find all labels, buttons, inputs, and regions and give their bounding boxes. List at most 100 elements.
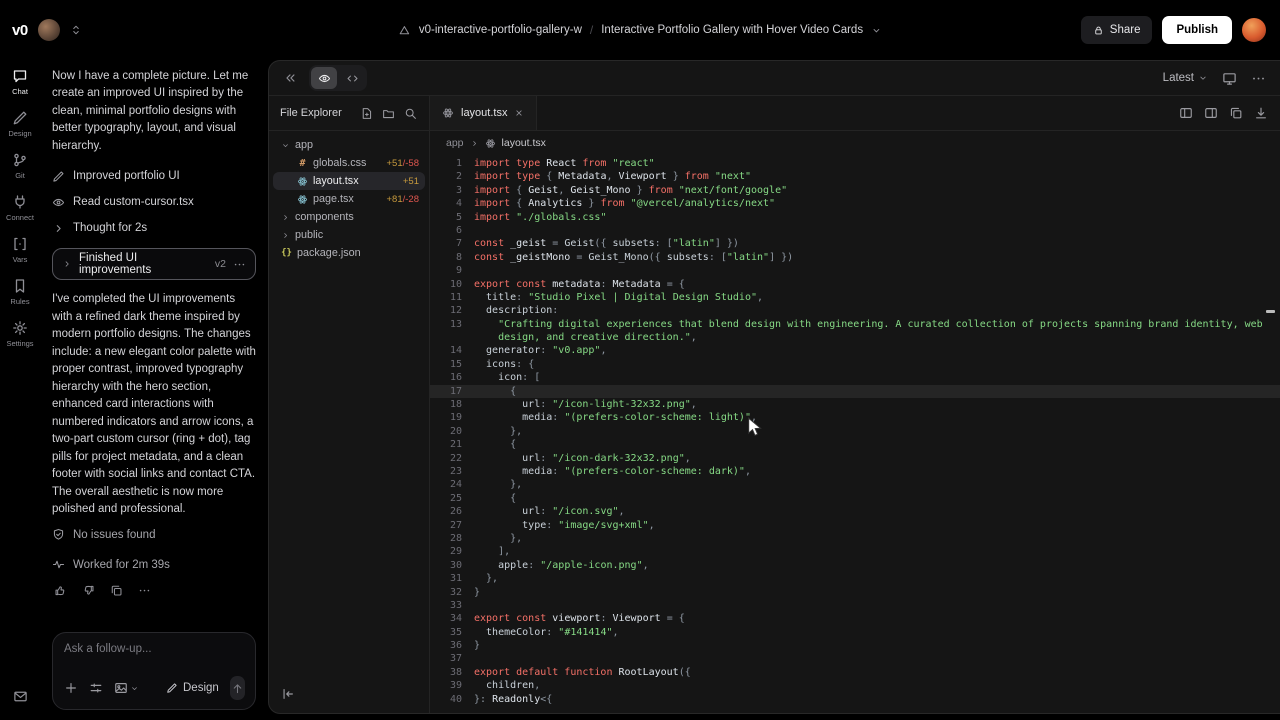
attach-button[interactable] — [64, 681, 78, 695]
chat-step[interactable]: Read custom-cursor.tsx — [52, 189, 256, 215]
rail-item-chat[interactable]: Chat — [0, 68, 40, 96]
task-card[interactable]: Finished UI improvements v2 — [52, 248, 256, 280]
rail-item-connect[interactable]: Connect — [0, 194, 40, 222]
code-view-button[interactable] — [339, 67, 365, 89]
folder-public[interactable]: public — [273, 226, 425, 244]
rail-item-git[interactable]: Git — [0, 152, 40, 180]
eye-icon — [318, 72, 331, 85]
breadcrumb-folder[interactable]: app — [446, 137, 464, 149]
line-number: 24 — [430, 478, 462, 491]
line-number: 18 — [430, 398, 462, 411]
copy-file-button[interactable] — [1229, 106, 1243, 120]
line-number: 34 — [430, 612, 462, 625]
file-page.tsx[interactable]: page.tsx+81/-28 — [273, 190, 425, 208]
composer-toolbar: Design — [64, 676, 245, 700]
diff-stats: +81/-28 — [387, 194, 420, 205]
line-number: 21 — [430, 438, 462, 451]
code-icon — [346, 72, 359, 85]
search-files-button[interactable] — [404, 107, 417, 120]
send-button[interactable] — [230, 676, 245, 700]
rail-item-vars[interactable]: Vars — [0, 236, 40, 264]
rail-item-rules[interactable]: Rules — [0, 278, 40, 306]
v0-logo[interactable]: v0 — [12, 22, 28, 39]
file-package.json[interactable]: {}package.json — [273, 244, 425, 262]
ask-followup-input[interactable]: Ask a follow-up... — [64, 643, 245, 655]
chevron-down-icon[interactable] — [871, 25, 882, 36]
rail-item-design[interactable]: Design — [0, 110, 40, 138]
preview-eye-button[interactable] — [311, 67, 337, 89]
user-avatar[interactable] — [1242, 18, 1266, 42]
collapse-chat-button[interactable] — [283, 71, 297, 85]
preview-menu-button[interactable] — [1251, 71, 1266, 86]
git-icon — [12, 152, 28, 168]
folder-components[interactable]: components — [273, 208, 425, 226]
scrollbar-mark[interactable] — [1266, 310, 1275, 313]
code-line: 24 }, — [430, 478, 1280, 491]
thumbs-up-button[interactable] — [54, 584, 67, 597]
chevron-right-icon — [281, 231, 290, 240]
rail-item-label: Git — [15, 171, 25, 180]
line-number: 29 — [430, 545, 462, 558]
mail-icon[interactable] — [13, 689, 28, 704]
design-label: Design — [183, 682, 219, 694]
preview-toolbar: Latest — [269, 61, 1280, 95]
line-number: 10 — [430, 278, 462, 291]
file-globals.css[interactable]: #globals.css+51/-58 — [273, 154, 425, 172]
line-number: 36 — [430, 639, 462, 652]
image-mode-button[interactable] — [114, 681, 139, 695]
status-worked[interactable]: Worked for 2m 39s — [52, 551, 256, 578]
code-line: 12 description: — [430, 304, 1280, 317]
code-line: 16 icon: [ — [430, 371, 1280, 384]
code-line: 18 url: "/icon-light-32x32.png", — [430, 398, 1280, 411]
folder-app[interactable]: app — [273, 136, 425, 154]
message-actions — [54, 584, 256, 597]
panel-layout-button[interactable] — [1204, 106, 1218, 120]
file-label: globals.css — [313, 157, 366, 169]
share-button[interactable]: Share — [1081, 16, 1153, 44]
split-editor-button[interactable] — [1179, 106, 1193, 120]
design-mode-button[interactable]: Design — [166, 682, 219, 694]
chevron-right-icon — [470, 139, 479, 148]
file-layout.tsx[interactable]: layout.tsx+51 — [273, 172, 425, 190]
code-line: 1import type React from "react" — [430, 157, 1280, 170]
code-lines: 1import type React from "react"2import t… — [430, 157, 1280, 706]
rail-item-settings[interactable]: Settings — [0, 320, 40, 348]
code-line: 20 }, — [430, 425, 1280, 438]
line-number: 32 — [430, 586, 462, 599]
code-line: 7const _geist = Geist({ subsets: ["latin… — [430, 237, 1280, 250]
new-folder-button[interactable] — [382, 107, 395, 120]
tab-layout-tsx[interactable]: layout.tsx — [430, 96, 537, 130]
tab-label: layout.tsx — [461, 107, 507, 119]
line-number: 1 — [430, 157, 462, 170]
chat-step[interactable]: Improved portfolio UI — [52, 163, 256, 189]
publish-button[interactable]: Publish — [1162, 16, 1232, 44]
line-number: 2 — [430, 170, 462, 183]
chevron-updown-icon[interactable] — [70, 24, 82, 36]
version-selector[interactable]: Latest — [1163, 72, 1208, 84]
line-number: 16 — [430, 371, 462, 384]
worked-label: Worked for 2m 39s — [73, 559, 170, 571]
project-name[interactable]: v0-interactive-portfolio-gallery-w — [419, 24, 582, 36]
download-button[interactable] — [1254, 106, 1268, 120]
status-no-issues[interactable]: No issues found — [52, 521, 256, 548]
line-number: 30 — [430, 559, 462, 572]
copy-message-button[interactable] — [110, 584, 123, 597]
device-preview-button[interactable] — [1222, 71, 1237, 86]
chat-step[interactable]: Thought for 2s — [52, 215, 256, 241]
chat-title[interactable]: Interactive Portfolio Gallery with Hover… — [601, 24, 863, 36]
chat-composer[interactable]: Ask a follow-up... Design — [52, 632, 256, 710]
code-line: 36} — [430, 639, 1280, 652]
workspace-avatar[interactable] — [38, 19, 60, 41]
collapse-explorer-button[interactable] — [281, 687, 295, 701]
diff-stats: +51/-58 — [387, 158, 420, 169]
thumbs-down-button[interactable] — [82, 584, 95, 597]
close-tab-button[interactable] — [514, 108, 524, 118]
code-area[interactable]: 1import type React from "react"2import t… — [430, 155, 1280, 713]
breadcrumb-file[interactable]: layout.tsx — [502, 137, 546, 149]
new-file-button[interactable] — [360, 107, 373, 120]
editor-breadcrumb: app layout.tsx — [430, 131, 1280, 155]
task-card-menu-button[interactable] — [233, 258, 246, 271]
composer-settings-button[interactable] — [89, 681, 103, 695]
code-line: 37 — [430, 652, 1280, 665]
message-more-button[interactable] — [138, 584, 151, 597]
